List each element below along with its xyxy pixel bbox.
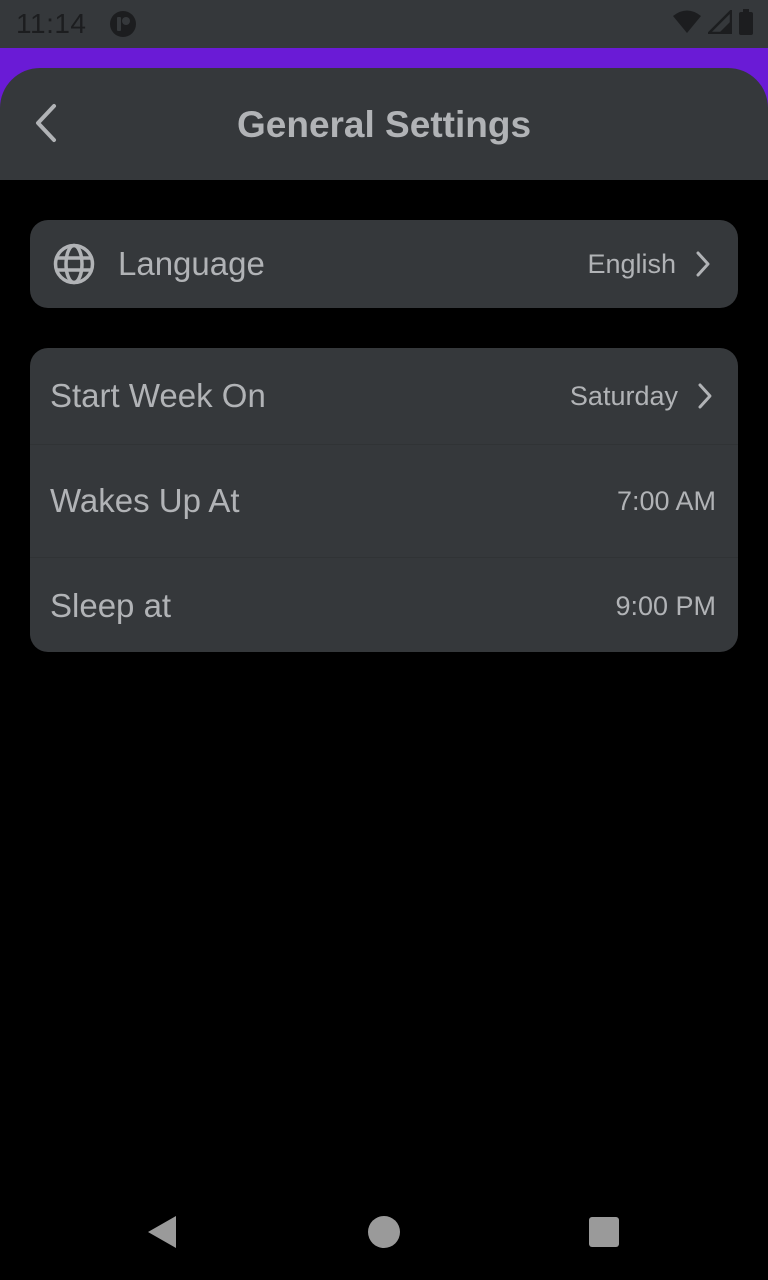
schedule-card: Start Week On Saturday Wakes Up At 7:00 … (30, 348, 738, 652)
nav-home-icon[interactable] (368, 1216, 400, 1248)
language-label: Language (118, 245, 265, 282)
language-row[interactable]: Language English (30, 220, 738, 308)
start-week-label: Start Week On (50, 377, 266, 414)
status-time: 11:14 (16, 8, 87, 39)
page-title: General Settings (236, 104, 532, 145)
chevron-right-icon (692, 250, 714, 278)
screen: 11:14 General Settings Language English … (0, 0, 768, 1280)
language-value: English (587, 248, 676, 279)
wifi-icon (672, 10, 702, 39)
app-bar: General Settings (0, 68, 768, 180)
chevron-right-icon (694, 382, 716, 410)
wake-up-row[interactable]: Wakes Up At 7:00 AM (30, 445, 738, 557)
status-icons (672, 7, 754, 40)
nav-bar (0, 1184, 768, 1280)
sleep-label: Sleep at (50, 587, 172, 624)
status-bar: 11:14 (0, 0, 768, 48)
sleep-row[interactable]: Sleep at 9:00 PM (30, 558, 738, 652)
wake-up-value: 7:00 AM (616, 485, 716, 516)
battery-icon (738, 8, 754, 40)
app-badge-icon (109, 10, 137, 38)
globe-icon (52, 242, 96, 286)
language-card: Language English (30, 220, 738, 308)
sleep-value: 9:00 PM (615, 590, 716, 621)
start-week-value: Saturday (569, 380, 678, 411)
start-week-row[interactable]: Start Week On Saturday (30, 348, 738, 444)
nav-recents-icon[interactable] (589, 1217, 619, 1247)
signal-icon (705, 7, 733, 39)
wake-up-label: Wakes Up At (50, 482, 240, 519)
nav-back-icon[interactable] (146, 1214, 178, 1250)
